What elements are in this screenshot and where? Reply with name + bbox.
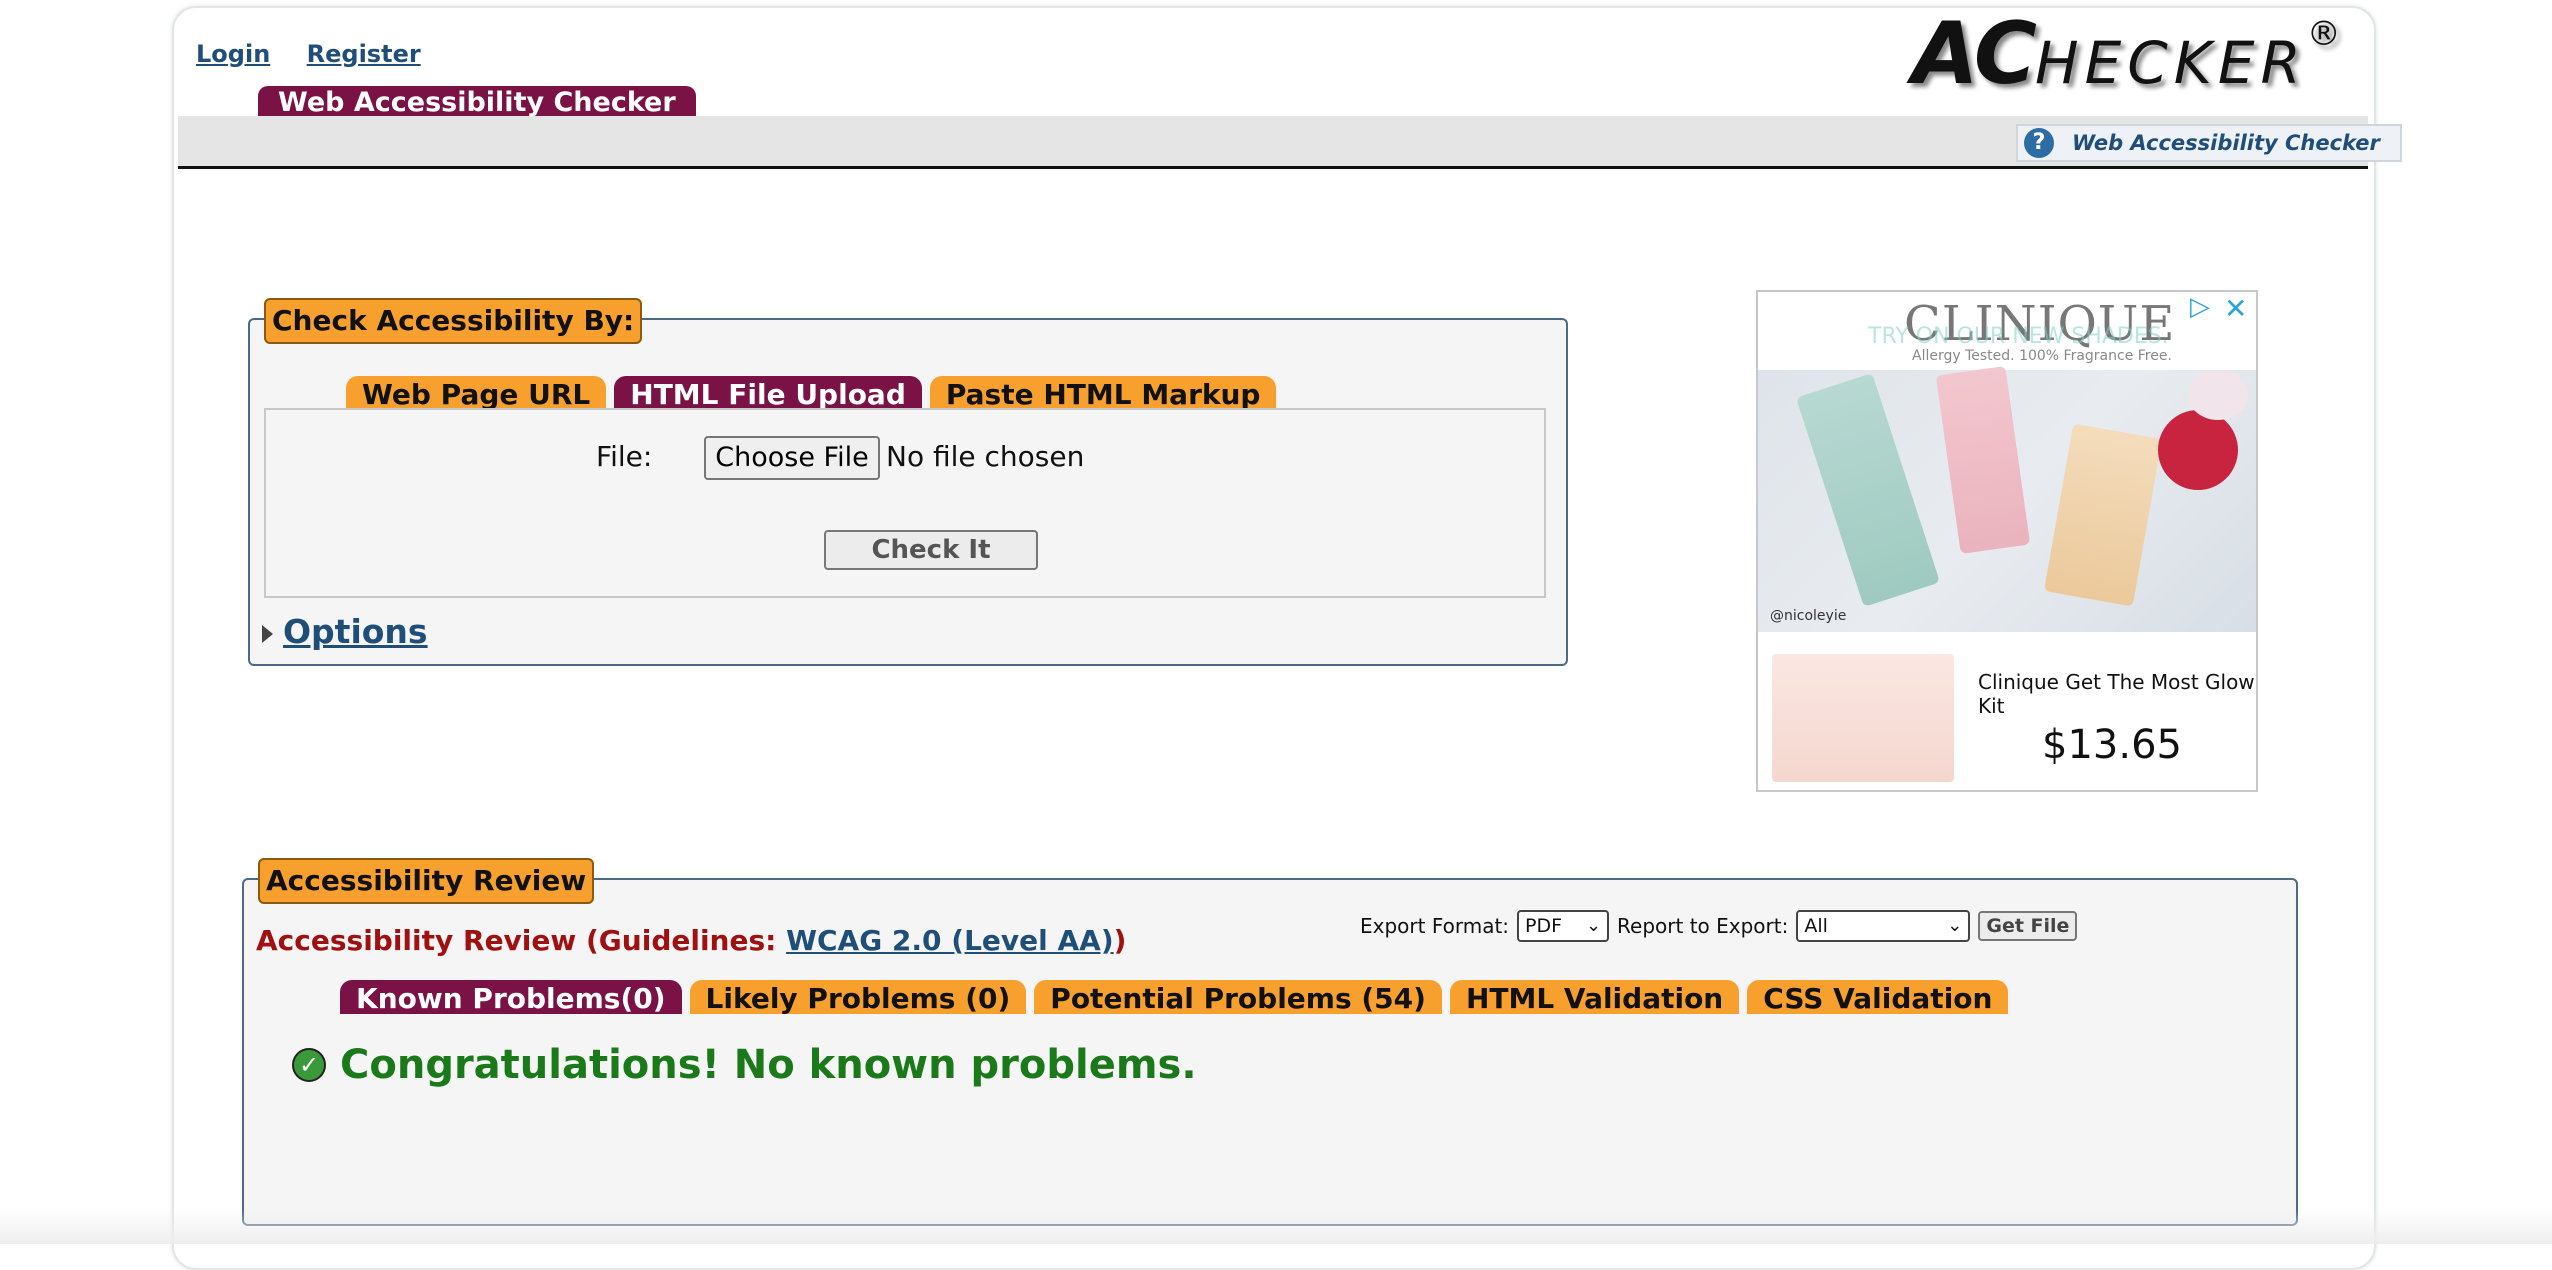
ad-subtitle: TRY ON OUR NEW SHADES. [1868,324,2169,349]
no-problems-message: ✓ Congratulations! No known problems. [292,1042,1197,1088]
review-title: Accessibility Review (Guidelines: WCAG 2… [256,924,1127,957]
tab-css-validation[interactable]: CSS Validation [1747,980,2009,1015]
expand-triangle-icon [262,625,273,643]
export-format-label: Export Format: [1360,914,1510,938]
help-link-label: Web Accessibility Checker [2072,131,2380,155]
ad-close-icon[interactable]: ✕ [2224,292,2247,325]
tab-potential-problems[interactable]: Potential Problems (54) [1034,980,1442,1015]
tab-web-page-url[interactable]: Web Page URL [346,376,607,411]
achecker-logo: ACHECKER® [1912,4,2341,104]
tab-known-problems[interactable]: Known Problems(0) [340,980,682,1015]
get-file-button[interactable]: Get File [1978,911,2078,941]
choose-file-button[interactable]: Choose File [704,436,880,480]
guideline-link[interactable]: WCAG 2.0 (Level AA) [786,924,1114,957]
report-export-label: Report to Export: [1617,914,1789,938]
report-export-select[interactable]: All ⌄ [1796,910,1971,942]
tab-paste-html-markup[interactable]: Paste HTML Markup [929,376,1277,411]
bottom-shadow [0,1210,2552,1244]
ad-product-photo [1758,366,2256,632]
ad-tagline: Allergy Tested. 100% Fragrance Free. [1912,348,2172,364]
tab-html-validation[interactable]: HTML Validation [1449,980,1740,1015]
help-link[interactable]: ? Web Accessibility Checker [2016,124,2402,162]
help-icon: ? [2024,128,2054,158]
chevron-down-icon: ⌄ [1585,915,1602,936]
site-title-tab: Web Accessibility Checker [258,86,696,118]
options-label: Options [283,612,428,651]
login-link[interactable]: Login [196,40,270,68]
check-it-button[interactable]: Check It [824,530,1038,570]
no-file-status: No file chosen [886,440,1085,473]
ad-kit-image [1772,654,1954,782]
chevron-down-icon: ⌄ [1947,915,1963,936]
ad-price: $13.65 [2042,722,2182,768]
ad-product-title[interactable]: Clinique Get The Most Glow Kit [1978,670,2256,718]
tab-html-file-upload[interactable]: HTML File Upload [614,376,922,411]
export-controls: Export Format: PDF ⌄ Report to Export: Al… [1360,910,2078,942]
check-legend: Check Accessibility By: [264,298,643,344]
no-problems-text: Congratulations! No known problems. [340,1042,1197,1088]
tab-likely-problems[interactable]: Likely Problems (0) [689,980,1027,1015]
check-mark-icon: ✓ [292,1048,326,1082]
review-legend: Accessibility Review [258,858,595,904]
advertisement[interactable]: CLINIQUE TRY ON OUR NEW SHADES. Allergy … [1756,290,2258,792]
file-label: File: [596,440,653,473]
register-link[interactable]: Register [307,40,421,68]
export-format-select[interactable]: PDF ⌄ [1517,910,1610,942]
review-tabs: Known Problems(0) Likely Problems (0) Po… [340,980,2009,1015]
ad-photo-credit: @nicoleyie [1770,608,1847,624]
top-nav: Login Register [196,40,449,68]
options-toggle[interactable]: Options [262,612,428,651]
ad-choices-icon[interactable]: ▷ [2190,292,2210,322]
input-method-tabs: Web Page URL HTML File Upload Paste HTML… [346,376,1277,411]
